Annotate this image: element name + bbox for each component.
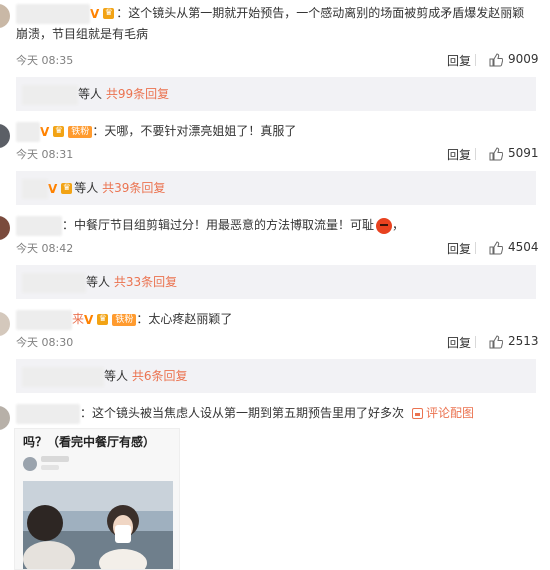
- sub-reply-bar[interactable]: 等人 共33条回复: [16, 265, 536, 299]
- sub-reply-suffix: 等人: [74, 181, 99, 195]
- like-count: 4504: [508, 240, 539, 254]
- avatar[interactable]: [0, 312, 10, 336]
- comment-list: V ♛ ：这个镜头从第一期就开始预告，一个感动离别的场面被剪成矛盾爆发赵丽颖崩溃，节…: [0, 0, 550, 570]
- image-avatar: [23, 457, 37, 471]
- comment-time: 今天 08:30: [16, 336, 74, 349]
- image-username-blurred: [41, 456, 69, 462]
- sub-reply-bar[interactable]: 等人 共99条回复: [16, 77, 536, 111]
- comment-text: V ♛ 铁粉 ：天哪，不要针对漂亮姐姐了！真服了: [16, 121, 536, 142]
- avatar[interactable]: [0, 216, 10, 240]
- sub-reply-count[interactable]: 共33条回复: [114, 275, 177, 289]
- reply-users-blurred: [22, 178, 48, 199]
- username-blurred[interactable]: [16, 121, 40, 142]
- image-photo: [23, 481, 173, 569]
- avatar[interactable]: [0, 124, 10, 148]
- vip-crown-icon: ♛: [53, 126, 65, 137]
- vip-crown-icon: ♛: [103, 8, 115, 19]
- username-blurred[interactable]: [16, 215, 62, 236]
- comment-body: ：太心疼赵丽颖了: [136, 312, 233, 326]
- comment-text: 来V ♛ 铁粉 ：太心疼赵丽颖了: [16, 309, 536, 330]
- reply-button[interactable]: 回复: [447, 146, 471, 163]
- comment-time: 今天 08:42: [16, 242, 74, 255]
- sub-reply-count[interactable]: 共39条回复: [102, 181, 165, 195]
- comment-time: 今天 08:31: [16, 148, 74, 161]
- thumbs-up-icon[interactable]: [489, 147, 503, 161]
- thumbs-up-icon[interactable]: [489, 241, 503, 255]
- divider: [475, 54, 476, 66]
- comment-body: ：中餐厅节目组剪辑过分！用最恶意的方法博取流量！可耻: [62, 218, 375, 232]
- sub-reply-count[interactable]: 共99条回复: [106, 87, 169, 101]
- v-verified-icon: V: [48, 181, 58, 196]
- reply-button[interactable]: 回复: [447, 52, 471, 69]
- comment-trail: ，: [392, 218, 405, 232]
- comment-text: V ♛ ：这个镜头从第一期就开始预告，一个感动离别的场面被剪成矛盾爆发赵丽颖崩溃，节…: [16, 3, 536, 44]
- image-title: 吗？（看完中餐厅有感）: [23, 435, 156, 449]
- thumbs-up-icon[interactable]: [489, 53, 503, 67]
- fan-badge: 铁粉: [112, 313, 137, 326]
- reply-users-blurred: [22, 366, 104, 387]
- sub-reply-count[interactable]: 共6条回复: [132, 369, 188, 383]
- like-count: 2513: [508, 334, 539, 348]
- image-meta-blurred: [41, 465, 59, 470]
- sub-reply-bar[interactable]: V ♛ 等人 共39条回复: [16, 171, 536, 205]
- comment-image-link[interactable]: 评论配图: [426, 406, 474, 420]
- comment-text: ：这个镜头被当焦虑人设从第一期到第五期预告里用了好多次 评论配图: [16, 403, 536, 424]
- comment-body: ：这个镜头被当焦虑人设从第一期到第五期预告里用了好多次: [80, 406, 405, 420]
- avatar[interactable]: [0, 4, 10, 28]
- comment-text: ：中餐厅节目组剪辑过分！用最恶意的方法博取流量！可耻 ，: [16, 215, 536, 236]
- v-verified-icon: V: [84, 312, 94, 327]
- comment-body: ：天哪，不要针对漂亮姐姐了！真服了: [92, 124, 297, 138]
- like-count: 9009: [508, 52, 539, 66]
- reply-button[interactable]: 回复: [447, 240, 471, 257]
- reply-users-blurred: [22, 84, 78, 105]
- username-blurred[interactable]: [16, 309, 72, 330]
- username-tail[interactable]: 来: [72, 312, 84, 326]
- reply-button[interactable]: 回复: [447, 334, 471, 351]
- v-verified-icon: V: [90, 6, 100, 21]
- angry-emoji-icon: [376, 217, 393, 234]
- fan-badge: 铁粉: [68, 125, 93, 138]
- vip-crown-icon: ♛: [97, 314, 109, 325]
- username-blurred[interactable]: [16, 403, 80, 424]
- v-verified-icon: V: [40, 124, 50, 139]
- username-blurred[interactable]: [16, 3, 90, 24]
- comment-image[interactable]: 吗？（看完中餐厅有感）: [14, 428, 180, 570]
- sub-reply-suffix: 等人: [78, 87, 103, 101]
- like-count: 5091: [508, 146, 539, 160]
- divider: [475, 242, 476, 254]
- reply-users-blurred: [22, 272, 86, 293]
- sub-reply-suffix: 等人: [86, 275, 111, 289]
- sub-reply-suffix: 等人: [104, 369, 129, 383]
- vip-crown-icon: ♛: [61, 183, 73, 194]
- sub-reply-bar[interactable]: 等人 共6条回复: [16, 359, 536, 393]
- avatar[interactable]: [0, 406, 10, 430]
- comment-time: 今天 08:35: [16, 54, 74, 67]
- thumbs-up-icon[interactable]: [489, 335, 503, 349]
- divider: [475, 148, 476, 160]
- divider: [475, 336, 476, 348]
- picture-icon: [412, 408, 424, 419]
